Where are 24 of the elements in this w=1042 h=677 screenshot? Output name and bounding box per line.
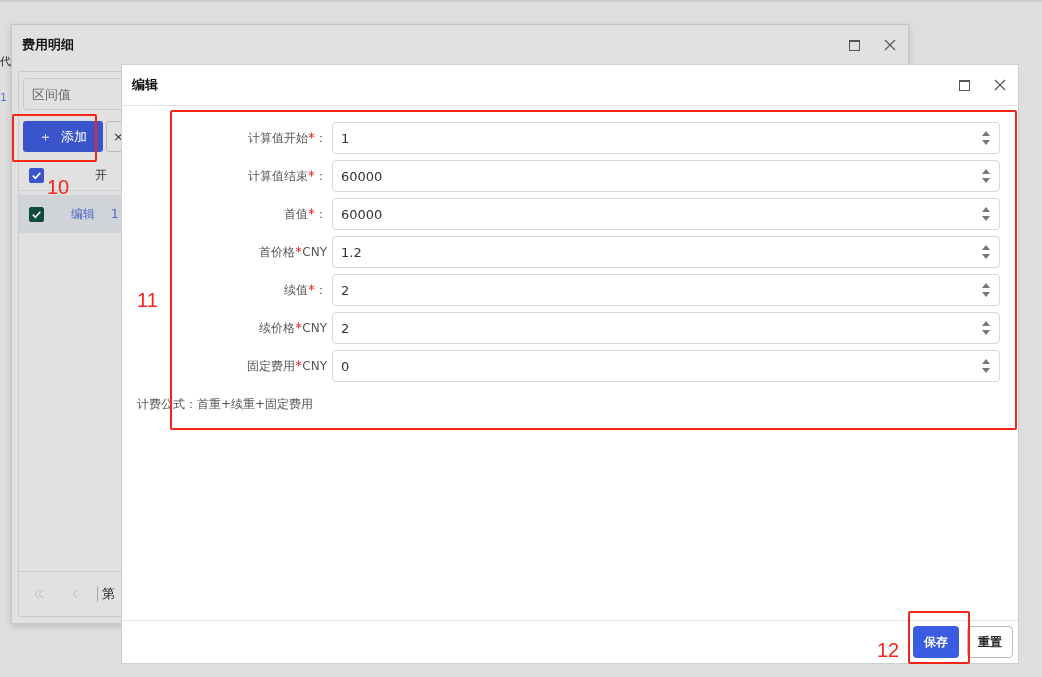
annotation-number: 10 (47, 176, 70, 199)
window-title: 编辑 (132, 76, 158, 94)
field-label: 首值 (284, 205, 308, 223)
field-label: 首价格 (259, 243, 296, 261)
field-label-suffix: CNY (302, 321, 327, 335)
field-label-suffix: ： (315, 205, 327, 223)
page-text: 1 (0, 91, 7, 104)
table-cell: 1 (111, 207, 119, 221)
field-label-suffix: CNY (302, 359, 327, 373)
field-label: 续价格 (259, 319, 296, 337)
page-label: 第 (102, 585, 115, 603)
field-label: 计算值结束 (248, 167, 308, 185)
field-label-suffix: ： (315, 129, 327, 147)
annotation-number: 12 (877, 639, 900, 662)
annotation-number: 11 (137, 289, 158, 312)
field-label: 固定费用 (247, 357, 296, 375)
window-title: 费用明细 (22, 36, 74, 54)
column-header: 开 (95, 166, 107, 184)
field-label-suffix: CNY (302, 245, 327, 259)
field-label-suffix: ： (315, 281, 327, 299)
field-label-suffix: ： (315, 167, 327, 185)
field-label: 计算值开始 (248, 129, 308, 147)
page-text: 代 (0, 54, 11, 69)
field-label: 续值 (284, 281, 308, 299)
